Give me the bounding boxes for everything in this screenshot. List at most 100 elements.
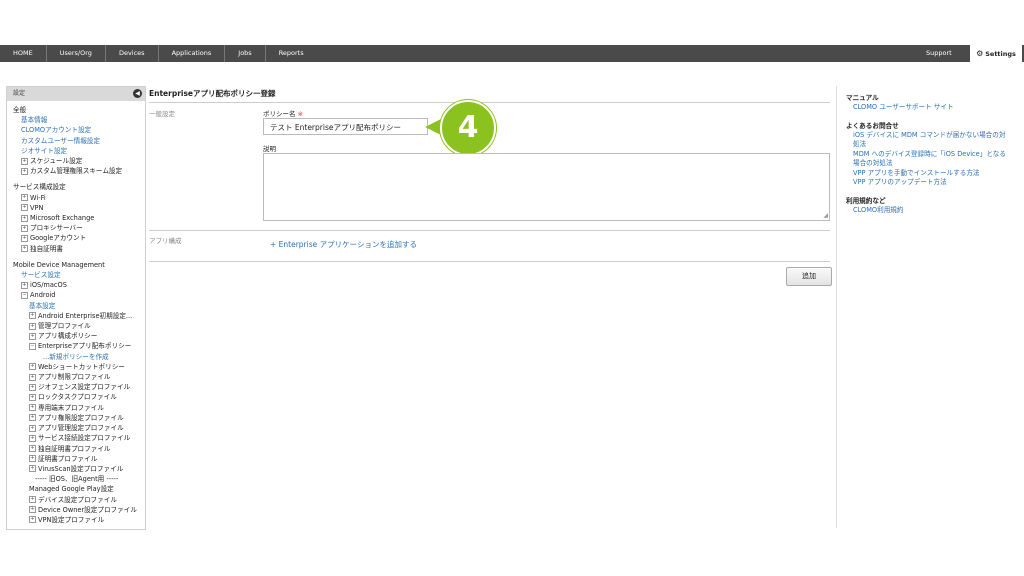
sidebar-item-label: スケジュール設定 xyxy=(30,157,83,166)
sidebar-item[interactable]: ----- 旧OS、旧Agent用 ----- xyxy=(13,474,145,484)
sidebar-item[interactable]: Managed Google Play設定 xyxy=(13,484,145,494)
nav-users-org[interactable]: Users/Org xyxy=(47,45,106,62)
sidebar-item[interactable]: + ジオフェンス設定プロファイル xyxy=(13,382,145,392)
plus-square-icon[interactable]: + xyxy=(21,157,28,165)
plus-square-icon[interactable]: + xyxy=(21,214,28,222)
chevron-left-icon[interactable]: ◀ xyxy=(133,89,142,98)
sidebar-item[interactable]: + プロキシサーバー xyxy=(13,223,145,233)
plus-square-icon[interactable]: + xyxy=(29,465,36,473)
faq-link-vpp-install[interactable]: VPP アプリを手動でインストールする方法 xyxy=(846,169,1021,179)
sidebar-item[interactable]: + Wi-Fi xyxy=(13,193,145,203)
sidebar-item[interactable]: − Android xyxy=(13,290,145,300)
sidebar-item[interactable]: カスタムユーザー情報設定 xyxy=(13,136,145,146)
plus-square-icon[interactable]: + xyxy=(29,404,36,412)
nav-home[interactable]: HOME xyxy=(0,45,47,62)
sidebar-item[interactable]: + 独自証明書プロファイル xyxy=(13,444,145,454)
nav-reports[interactable]: Reports xyxy=(266,45,317,62)
plus-square-icon[interactable]: + xyxy=(21,194,28,202)
sidebar-item-label: 基本設定 xyxy=(29,301,56,310)
plus-square-icon[interactable]: + xyxy=(29,383,36,391)
sidebar-item[interactable]: + Microsoft Exchange xyxy=(13,213,145,223)
sidebar-item-label: Wi-Fi xyxy=(30,193,46,202)
sidebar-item[interactable]: + アプリ管理設定プロファイル xyxy=(13,423,145,433)
sidebar-item[interactable]: + カスタム管理権限スキーム設定 xyxy=(13,166,145,176)
minus-square-icon[interactable]: − xyxy=(29,342,36,350)
policy-name-input[interactable]: テスト Enterpriseアプリ配布ポリシー xyxy=(263,118,428,135)
manual-link[interactable]: CLOMO ユーザーサポート サイト xyxy=(846,103,1021,113)
plus-square-icon[interactable]: + xyxy=(29,516,36,524)
sidebar-item[interactable]: + スケジュール設定 xyxy=(13,156,145,166)
sidebar-item[interactable]: + アプリ権限設定プロファイル xyxy=(13,413,145,423)
plus-square-icon[interactable]: + xyxy=(21,224,28,232)
sidebar-item[interactable]: 基本情報 xyxy=(13,115,145,125)
sidebar-item[interactable]: + 証明書プロファイル xyxy=(13,454,145,464)
sidebar-item[interactable]: + 管理プロファイル xyxy=(13,321,145,331)
plus-square-icon[interactable]: + xyxy=(29,445,36,452)
sidebar-item[interactable]: + アプリ制限プロファイル xyxy=(13,372,145,382)
sidebar-item[interactable]: ...新規ポリシーを作成 xyxy=(13,352,145,362)
add-enterprise-app-link[interactable]: + Enterprise アプリケーションを追加する xyxy=(270,239,417,250)
faq-link-ios-device[interactable]: MDM へのデバイス登録時に「iOS Device」となる xyxy=(846,150,1021,160)
sidebar-item[interactable]: サービス設定 xyxy=(13,270,145,280)
sidebar-item[interactable]: − Enterpriseアプリ配布ポリシー xyxy=(13,341,145,351)
sidebar-item[interactable]: CLOMOアカウント設定 xyxy=(13,125,145,135)
sidebar-item[interactable]: + Googleアカウント xyxy=(13,233,145,243)
required-mark: ※ xyxy=(297,110,304,118)
sidebar-item[interactable]: + サービス接続設定プロファイル xyxy=(13,433,145,443)
plus-square-icon[interactable]: + xyxy=(29,506,36,514)
plus-square-icon[interactable]: + xyxy=(29,424,36,432)
plus-square-icon[interactable]: + xyxy=(29,496,36,504)
plus-square-icon[interactable]: + xyxy=(21,234,28,242)
sidebar-item-label: アプリ制限プロファイル xyxy=(38,373,111,382)
nav-devices[interactable]: Devices xyxy=(106,45,159,62)
sidebar-item[interactable]: + デバイス設定プロファイル xyxy=(13,495,145,505)
sidebar-item[interactable]: 基本設定 xyxy=(13,301,145,311)
plus-square-icon[interactable]: + xyxy=(29,363,36,371)
plus-square-icon[interactable]: + xyxy=(29,393,36,401)
sidebar-item[interactable]: + Android Enterprise初期設定... xyxy=(13,311,145,321)
plus-square-icon[interactable]: + xyxy=(29,455,36,463)
plus-square-icon[interactable]: + xyxy=(21,167,28,175)
sidebar-item-label: Managed Google Play設定 xyxy=(29,485,114,494)
plus-square-icon[interactable]: + xyxy=(29,332,36,340)
help-panel: マニュアル CLOMO ユーザーサポート サイト よくあるお問合せ iOS デバ… xyxy=(846,93,1021,215)
plus-square-icon[interactable]: + xyxy=(29,373,36,381)
plus-square-icon[interactable]: + xyxy=(21,204,28,212)
nav-applications[interactable]: Applications xyxy=(159,45,226,62)
plus-square-icon[interactable]: + xyxy=(29,312,36,320)
sidebar-item[interactable]: + Device Owner設定プロファイル xyxy=(13,505,145,515)
faq-link-mdm-command[interactable]: iOS デバイスに MDM コマンドが届かない場合の対 xyxy=(846,131,1021,141)
plus-square-icon[interactable]: + xyxy=(29,322,36,330)
nav-jobs[interactable]: Jobs xyxy=(225,45,266,62)
sidebar-item[interactable]: + iOS/macOS xyxy=(13,280,145,290)
plus-square-icon[interactable]: + xyxy=(29,414,36,422)
faq-link-vpp-update[interactable]: VPP アプリのアップデート方法 xyxy=(846,178,1021,188)
sidebar-item[interactable]: + VPN xyxy=(13,203,145,213)
minus-square-icon[interactable]: − xyxy=(21,291,28,299)
plus-square-icon[interactable]: + xyxy=(21,281,28,289)
sidebar-item[interactable]: + アプリ構成ポリシー xyxy=(13,331,145,341)
nav-support[interactable]: Support xyxy=(926,45,952,62)
sidebar-header-label: 設定 xyxy=(13,90,26,97)
sidebar-item[interactable]: + 専用端末プロファイル xyxy=(13,403,145,413)
sidebar-item-label: CLOMOアカウント設定 xyxy=(21,126,92,135)
resize-grip-icon[interactable]: ◢ xyxy=(823,212,828,219)
terms-link[interactable]: CLOMO利用規約 xyxy=(846,206,1021,216)
terms-heading: 利用規約など xyxy=(846,196,886,205)
description-textarea[interactable]: ◢ xyxy=(263,153,830,221)
sidebar-item-label: 独自証明書 xyxy=(30,244,63,253)
plus-square-icon[interactable]: + xyxy=(21,245,28,253)
nav-settings-tab[interactable]: ⚙ Settings xyxy=(970,45,1022,62)
add-button[interactable]: 追加 xyxy=(786,267,832,286)
sidebar-item[interactable]: + VPN設定プロファイル xyxy=(13,515,145,525)
sidebar-item[interactable]: ジオサイト設定 xyxy=(13,146,145,156)
sidebar-item-label: ジオサイト設定 xyxy=(21,146,68,155)
plus-square-icon[interactable]: + xyxy=(29,434,36,442)
sidebar-item[interactable]: + VirusScan設定プロファイル xyxy=(13,464,145,474)
faq-link-ios-device-cont[interactable]: 場合の対処法 xyxy=(846,159,1021,169)
sidebar-item[interactable]: + 独自証明書 xyxy=(13,244,145,254)
sidebar-item[interactable]: + Webショートカットポリシー xyxy=(13,362,145,372)
gear-icon: ⚙ xyxy=(976,49,984,58)
sidebar-item[interactable]: + ロックタスクプロファイル xyxy=(13,392,145,402)
faq-link-mdm-command-cont[interactable]: 処法 xyxy=(846,140,1021,150)
